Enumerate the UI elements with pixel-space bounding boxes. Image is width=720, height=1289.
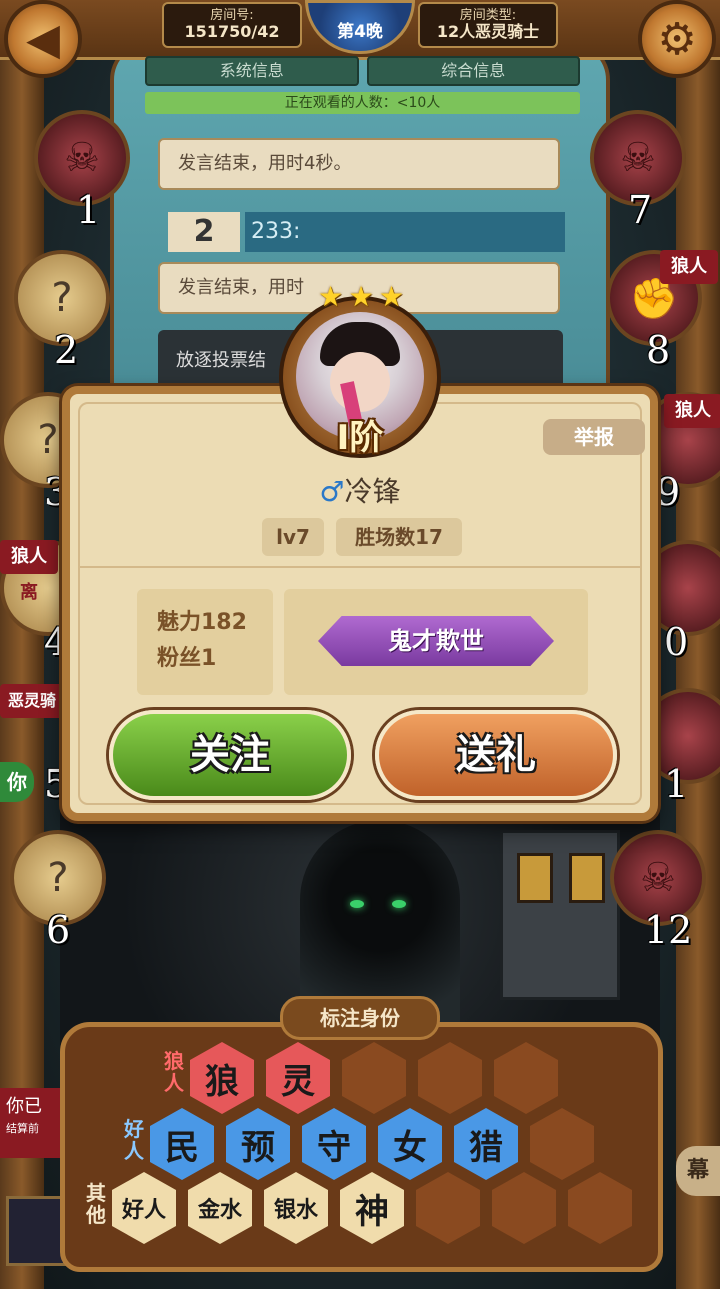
seat-number: 1 (664, 762, 689, 806)
speaker-message: 233: (245, 212, 565, 252)
popup-divider (78, 566, 642, 568)
room-number-box: 房间号: 151750/42 (162, 2, 302, 48)
glowing-eye (350, 900, 364, 908)
send-gift-button[interactable]: 送礼 (375, 710, 617, 800)
seat-number: 8 (646, 328, 671, 372)
male-icon: ♂ (319, 475, 345, 508)
fans-value: 粉丝1 (157, 646, 217, 671)
seat-number: 12 (644, 908, 693, 952)
charm-value: 魅力182 (157, 610, 247, 635)
wins-badge: 胜场数17 (336, 518, 462, 556)
gear-icon: ⚙ (657, 13, 697, 65)
tab-system-info[interactable]: 系统信息 (145, 56, 359, 86)
star-icon: ★ (348, 280, 374, 313)
tab-general-info[interactable]: 综合信息 (366, 56, 580, 86)
info-tabs: 系统信息 综合信息 (145, 56, 580, 86)
avatar-face (330, 352, 390, 412)
star-icon: ★ (378, 280, 404, 313)
room-type-box: 房间类型: 12人恶灵骑士 (418, 2, 558, 48)
question-mark-icon: ? (47, 855, 69, 901)
seat-number: 2 (54, 328, 79, 372)
player-name: 冷锋 (344, 475, 401, 508)
role-tag-wolf: 狼人 (0, 540, 58, 574)
seat-number: 9 (656, 470, 681, 514)
skull-icon: ☠ (620, 135, 656, 181)
seat-number: 1 (76, 188, 101, 232)
watcher-count: 正在观看的人数：<10人 (145, 92, 580, 114)
settings-button[interactable]: ⚙ (638, 0, 716, 78)
back-button[interactable]: ◀ (4, 0, 82, 78)
rank-stars: ★ ★ ★ (318, 282, 404, 312)
notice-title: 你已 (6, 1096, 42, 1117)
seat-number: 6 (46, 908, 71, 952)
glowing-eye (392, 900, 406, 908)
level-badge: lv7 (262, 518, 324, 556)
seat-number: 7 (628, 188, 653, 232)
rank-badge: I阶 (336, 418, 384, 458)
role-tag-wolf: 狼人 (664, 394, 720, 428)
player-thumbnail[interactable] (6, 1196, 66, 1266)
report-button[interactable]: 举报 (543, 419, 645, 455)
seat-number: 0 (664, 620, 689, 664)
room-number: 151750/42 (184, 22, 280, 41)
player-title-banner: 鬼才欺世 (318, 616, 554, 666)
player-name-line: ♂冷锋 (220, 472, 500, 512)
notice-subtitle: 结算前 (6, 1122, 39, 1135)
you-tag: 你 (0, 762, 34, 802)
role-tag-wolf: 狼人 (660, 250, 718, 284)
star-icon: ★ (318, 280, 344, 313)
haunted-house (500, 830, 620, 1000)
skull-icon: ☠ (64, 135, 100, 181)
house-window (569, 853, 605, 903)
question-mark-icon: ? (51, 275, 73, 321)
house-window (517, 853, 553, 903)
question-mark-icon: ? (37, 417, 59, 463)
good-row-label: 好人 (124, 1117, 144, 1163)
settlement-notice: 你已 结算前 (0, 1088, 60, 1158)
wolf-row-label: 狼人 (164, 1049, 184, 1095)
speaker-number: 2 (168, 212, 240, 252)
back-arrow-icon: ◀ (26, 13, 60, 65)
follow-button[interactable]: 关注 (109, 710, 351, 800)
danmaku-button[interactable]: 幕 (676, 1146, 720, 1196)
skull-icon: ☠ (640, 855, 676, 901)
role-tag-sub: 离 (20, 582, 38, 603)
speech-ended-message: 发言结束，用时4秒。 (158, 138, 560, 190)
mark-identity-title: 标注身份 (280, 996, 440, 1040)
stats-box: 魅力182 粉丝1 (137, 589, 273, 695)
role-tag-ghost-rider: 恶灵骑 (0, 684, 64, 718)
other-row-label: 其他 (86, 1181, 106, 1227)
room-type: 12人恶灵骑士 (436, 22, 540, 41)
